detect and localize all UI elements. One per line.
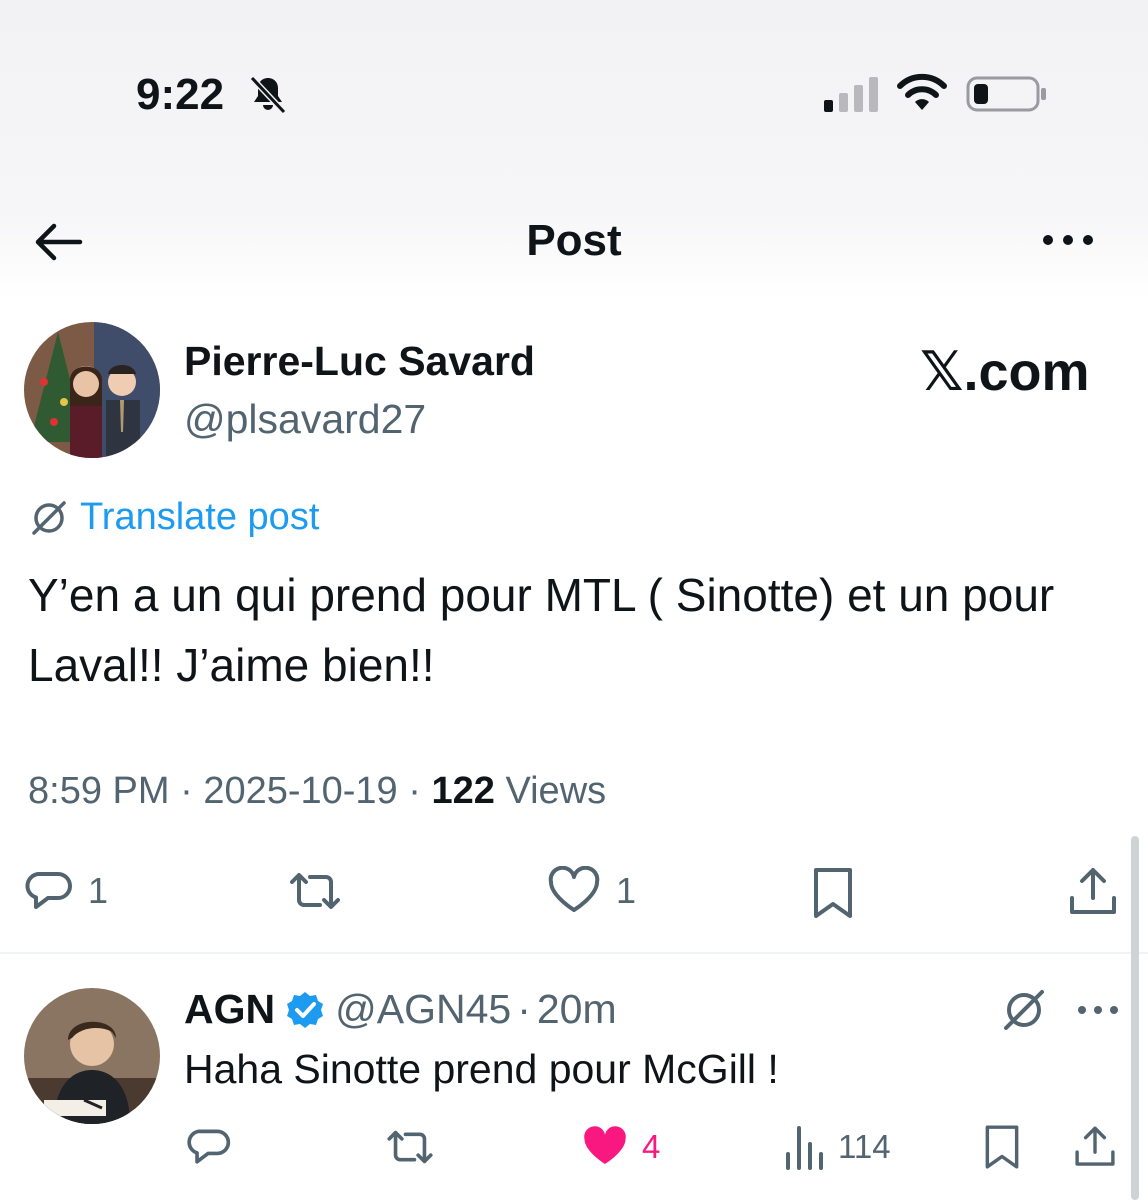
reply-author-avatar[interactable] xyxy=(24,988,160,1124)
reply-views-button[interactable]: 114 xyxy=(784,1124,891,1170)
scrollbar[interactable] xyxy=(1131,836,1139,1200)
reply-repost-button[interactable] xyxy=(382,1124,438,1170)
post-meta: 8:59 PM · 2025-10-19 · 122 Views xyxy=(28,770,606,813)
post-time: 8:59 PM xyxy=(28,770,170,812)
reply-share-button[interactable] xyxy=(1072,1122,1118,1172)
signal-icon xyxy=(824,77,878,112)
share-button[interactable] xyxy=(1066,864,1120,920)
reply-header: AGN @AGN45 · 20m xyxy=(184,986,617,1033)
bell-slash-icon xyxy=(249,75,287,115)
like-button[interactable]: 1 xyxy=(546,866,636,916)
reply-icon xyxy=(187,1129,231,1164)
translate-post-label: Translate post xyxy=(80,496,320,538)
reply-text: Haha Sinotte prend pour McGill ! xyxy=(184,1046,779,1092)
reply-button[interactable]: 1 xyxy=(24,866,108,916)
battery-icon xyxy=(966,76,1046,112)
reply-like-button[interactable]: 4 xyxy=(580,1124,660,1170)
repost-icon xyxy=(387,1130,433,1164)
xcom-watermark: 𝕏.com xyxy=(920,342,1090,402)
bookmark-icon xyxy=(985,1125,1019,1169)
like-icon xyxy=(548,866,600,912)
reply-author-handle[interactable]: @AGN45 xyxy=(335,986,511,1033)
divider xyxy=(0,952,1148,954)
reply-views-count: 114 xyxy=(838,1128,891,1165)
meta-separator: · xyxy=(517,986,531,1032)
reply-age: 20m xyxy=(536,986,617,1032)
post-date: 2025-10-19 xyxy=(203,770,398,812)
like-count: 1 xyxy=(616,870,637,911)
post-text: Y’en a un qui prend pour MTL ( Sinotte) … xyxy=(28,569,1055,691)
reply-like-count: 4 xyxy=(642,1128,661,1165)
repost-button[interactable] xyxy=(284,866,346,916)
bookmark-button[interactable] xyxy=(808,864,858,922)
meta-separator: · xyxy=(180,770,193,812)
translate-icon[interactable] xyxy=(1000,986,1048,1034)
translate-icon xyxy=(32,500,66,535)
status-time: 9:22 xyxy=(136,70,225,119)
reply-icon xyxy=(25,872,72,909)
reply-bookmark-button[interactable] xyxy=(980,1122,1024,1172)
reply-count: 1 xyxy=(88,870,109,911)
share-icon xyxy=(1075,1126,1115,1166)
author-handle[interactable]: @plsavard27 xyxy=(184,396,426,443)
share-icon xyxy=(1070,868,1116,914)
page-title: Post xyxy=(526,216,622,265)
author-avatar[interactable] xyxy=(24,322,160,458)
views-label[interactable]: Views xyxy=(505,770,606,812)
reply-reply-button[interactable] xyxy=(186,1124,232,1170)
more-icon[interactable] xyxy=(1076,1000,1120,1020)
reply-author-name[interactable]: AGN xyxy=(184,986,275,1033)
views-count[interactable]: 122 xyxy=(431,770,494,812)
repost-icon xyxy=(290,873,340,909)
views-icon xyxy=(786,1126,823,1170)
translate-post-link[interactable]: Translate post xyxy=(28,496,319,539)
more-icon[interactable] xyxy=(1040,226,1096,254)
meta-separator: · xyxy=(408,770,421,812)
verified-badge-icon xyxy=(287,991,324,1028)
bookmark-icon xyxy=(814,868,852,918)
wifi-icon xyxy=(897,73,947,110)
like-icon xyxy=(584,1126,626,1164)
author-name[interactable]: Pierre-Luc Savard xyxy=(184,338,535,385)
